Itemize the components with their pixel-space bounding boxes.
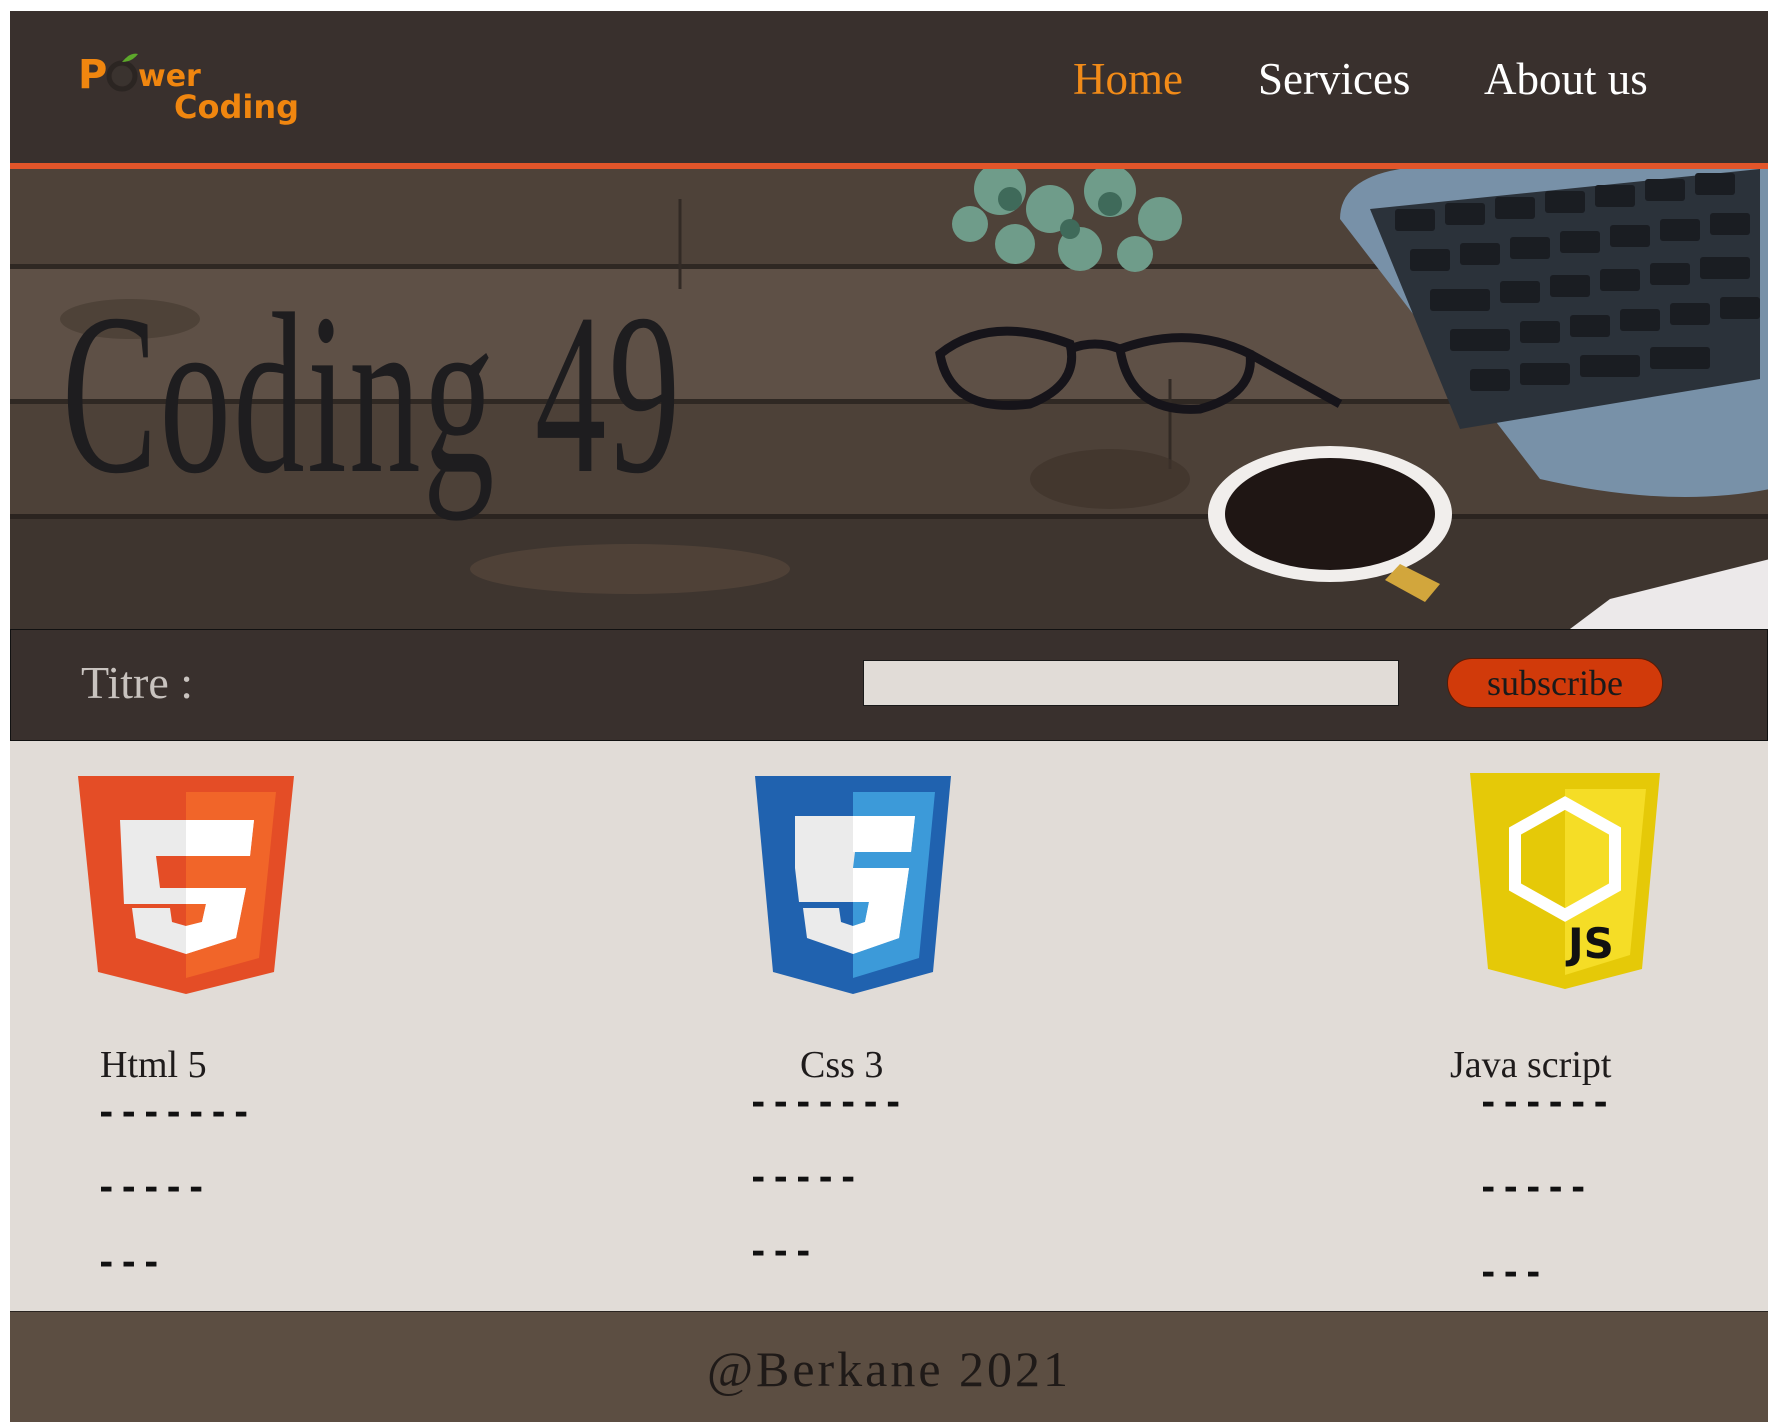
tech-card-html5 (78, 776, 294, 994)
power-coding-logo[interactable]: P wer Coding (78, 46, 308, 126)
hero-title: Coding 49 (62, 266, 683, 521)
page: P wer Coding Home Services About us Codi… (10, 11, 1768, 1422)
javascript-logo-icon: JS (1470, 773, 1660, 989)
html5-line-3: --- (96, 1243, 164, 1283)
tech-card-javascript: JS (1470, 773, 1660, 989)
site-header: P wer Coding Home Services About us (10, 11, 1768, 169)
logo-icon: P wer Coding (78, 52, 299, 126)
subscribe-bar: Titre : subscribe (10, 629, 1768, 741)
nav-about-us[interactable]: About us (1484, 53, 1648, 113)
svg-text:P: P (78, 52, 107, 98)
subscribe-button[interactable]: subscribe (1447, 658, 1663, 708)
javascript-line-3: --- (1478, 1253, 1546, 1293)
site-footer: @Berkane 2021 (10, 1311, 1768, 1422)
svg-text:Coding: Coding (174, 88, 299, 126)
html5-line-1: ------- (96, 1093, 254, 1133)
title-input[interactable] (863, 660, 1399, 706)
hero-banner: Coding 49 (10, 169, 1768, 629)
css3-line-1: ------- (748, 1083, 906, 1123)
title-label: Titre : (81, 657, 194, 708)
css3-line-2: ----- (748, 1158, 861, 1198)
nav-services[interactable]: Services (1258, 53, 1410, 113)
tech-card-css3 (755, 776, 951, 994)
tech-title-javascript: Java script (1450, 1044, 1612, 1086)
tech-title-css3: Css 3 (800, 1044, 884, 1086)
nav-home[interactable]: Home (1073, 53, 1183, 113)
html5-logo-icon (78, 776, 294, 994)
tech-title-html5: Html 5 (100, 1044, 207, 1086)
javascript-line-2: ----- (1478, 1168, 1591, 1208)
svg-text:JS: JS (1565, 919, 1614, 968)
css3-logo-icon (755, 776, 951, 994)
footer-copyright: @Berkane 2021 (706, 1341, 1072, 1397)
javascript-line-1: ------ (1478, 1083, 1613, 1123)
html5-line-2: ----- (96, 1168, 209, 1208)
css3-line-3: --- (748, 1232, 816, 1272)
